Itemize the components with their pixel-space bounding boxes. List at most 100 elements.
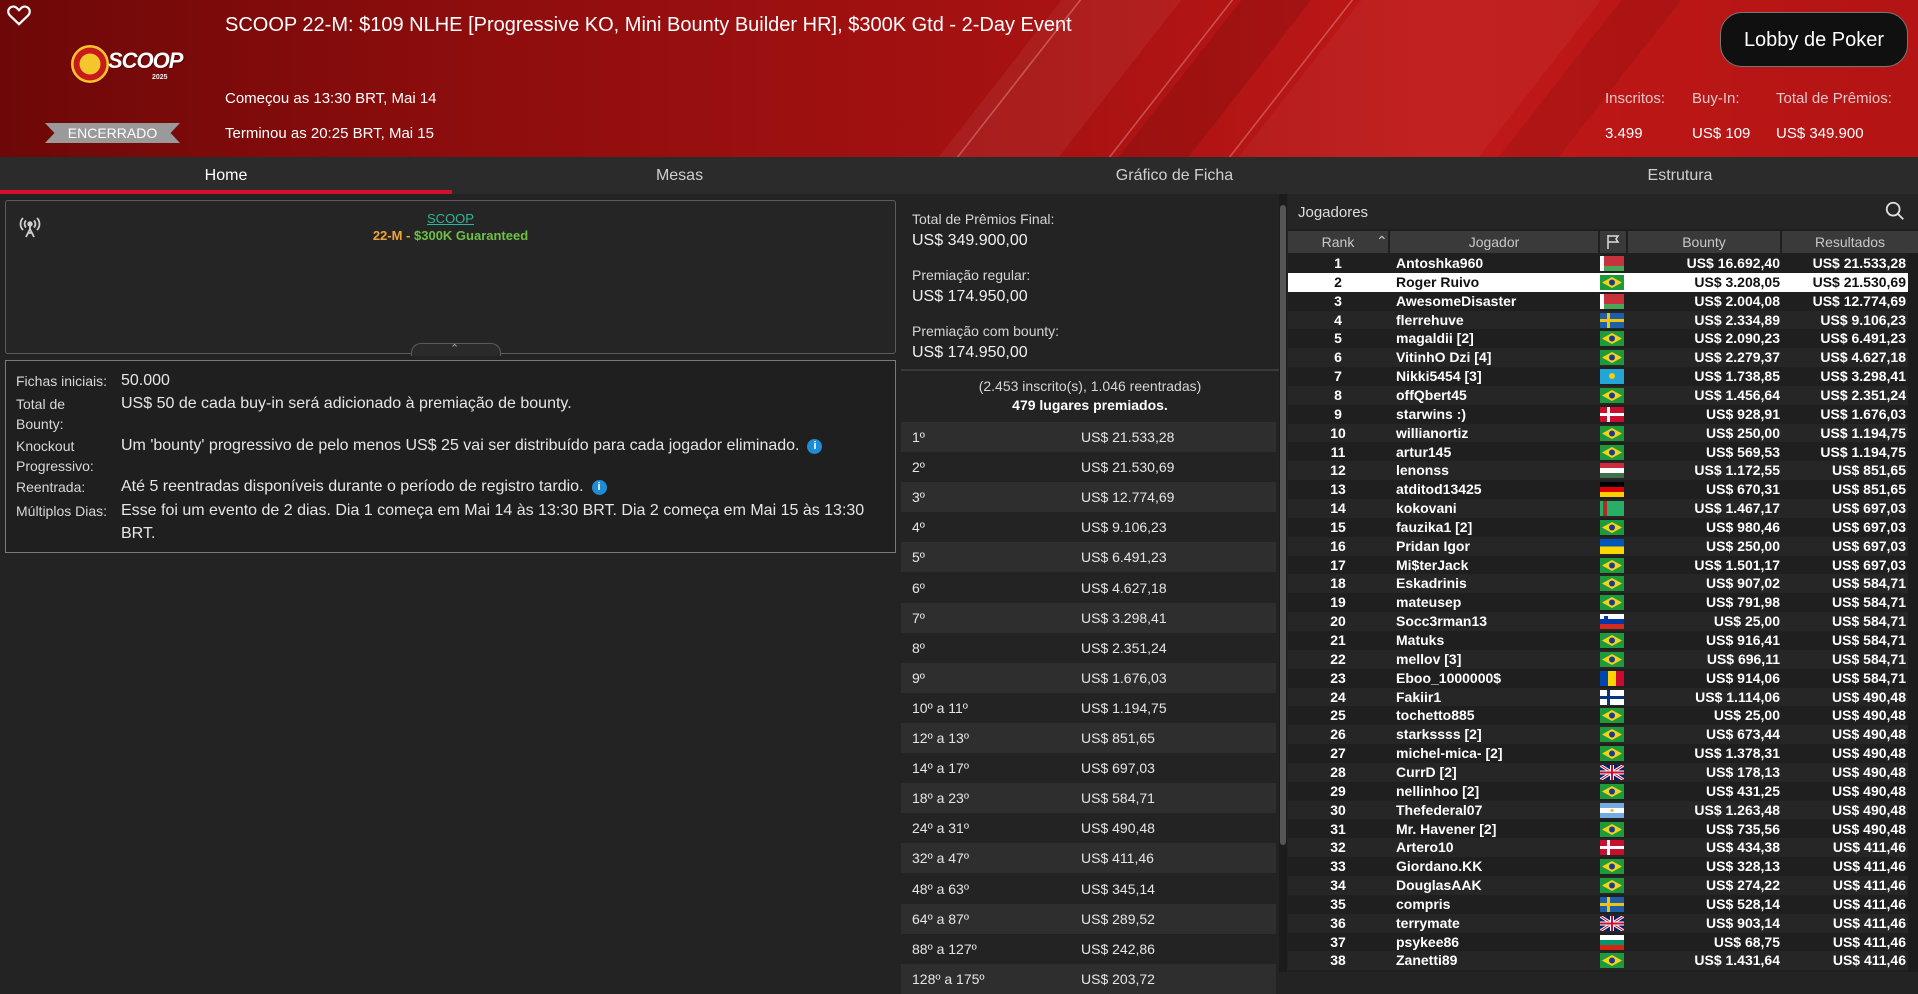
player-row[interactable]: 21 Matuks US$ 916,41 US$ 584,71 — [1288, 631, 1918, 650]
player-name: nellinhoo [2] — [1396, 782, 1480, 799]
player-rank: 21 — [1330, 632, 1346, 648]
player-name: starwins :) — [1396, 405, 1467, 422]
country-flag-icon — [1600, 387, 1624, 403]
event-separator: - — [402, 228, 414, 243]
total-prize-value: US$ 349.900,00 — [912, 232, 1028, 249]
player-row[interactable]: 8 offQbert45 US$ 1.456,64 US$ 2.351,24 — [1288, 385, 1918, 405]
payout-amount: US$ 3.298,41 — [1081, 609, 1167, 626]
payout-row: 14º a 17º US$ 697,03 — [901, 753, 1276, 783]
player-rank: 28 — [1330, 763, 1346, 780]
player-row[interactable]: 4 flerrehuve US$ 2.334,89 US$ 9.106,23 — [1288, 310, 1918, 330]
player-row[interactable]: 27 michel-mica- [2] US$ 1.378,31 US$ 490,48 — [1288, 744, 1918, 763]
prize-scrollbar-thumb[interactable] — [1280, 205, 1286, 845]
scoop-logo-coin — [70, 44, 110, 84]
player-row[interactable]: 11 artur145 US$ 569,53 US$ 1.194,75 — [1288, 443, 1918, 462]
payout-amount: US$ 203,72 — [1081, 970, 1155, 987]
col-results[interactable]: Resultados — [1782, 231, 1918, 253]
player-row[interactable]: 19 mateusep US$ 791,98 US$ 584,71 — [1288, 593, 1918, 612]
player-name: compris — [1396, 895, 1451, 912]
divider — [901, 369, 1279, 371]
tab-structure[interactable]: Estrutura — [1442, 157, 1918, 194]
col-bounty[interactable]: Bounty — [1628, 231, 1780, 253]
buyin-value: US$ 109 — [1692, 125, 1751, 142]
player-row[interactable]: 37 psykee86 US$ 68,75 US$ 411,46 — [1288, 933, 1918, 952]
player-row[interactable]: 30 Thefederal07 US$ 1.263,48 US$ 490,48 — [1288, 800, 1918, 820]
player-row[interactable]: 5 magaldii [2] US$ 2.090,23 US$ 6.491,23 — [1288, 329, 1918, 348]
player-result: US$ 411,46 — [1832, 858, 1906, 875]
bounty-prize-label: Premiação com bounty: — [912, 323, 1060, 339]
player-row[interactable]: 34 DouglasAAK US$ 274,22 US$ 411,46 — [1288, 876, 1918, 895]
player-row[interactable]: 17 Mi$terJack US$ 1.501,17 US$ 697,03 — [1288, 556, 1918, 575]
country-flag-icon — [1600, 708, 1624, 724]
detail-value: Até 5 reentradas disponíveis durante o p… — [121, 475, 881, 498]
tab-chip-graph[interactable]: Gráfico de Ficha — [907, 157, 1442, 194]
info-icon[interactable]: i — [591, 480, 607, 495]
player-row[interactable]: 14 kokovani US$ 1.467,17 US$ 697,03 — [1288, 499, 1918, 518]
payout-place: 3º — [912, 489, 925, 506]
player-row[interactable]: 16 Pridan Igor US$ 250,00 US$ 697,03 — [1288, 536, 1918, 556]
col-rank[interactable]: Rank ⌃ — [1288, 231, 1388, 253]
poker-lobby-button[interactable]: Lobby de Poker — [1720, 12, 1908, 67]
payout-amount: US$ 1.676,03 — [1081, 669, 1167, 686]
player-row[interactable]: 7 Nikki5454 [3] US$ 1.738,85 US$ 3.298,41 — [1288, 367, 1918, 386]
player-row[interactable]: 38 Zanetti89 US$ 1.431,64 US$ 411,46 — [1288, 951, 1918, 971]
player-row[interactable]: 18 Eskadrinis US$ 907,02 US$ 584,71 — [1288, 574, 1918, 594]
player-row[interactable]: 3 AwesomeDisaster US$ 2.004,08 US$ 12.774,6… — [1288, 292, 1918, 311]
country-flag-icon — [1600, 482, 1624, 498]
player-bounty: US$ 1.172,55 — [1694, 462, 1780, 479]
player-bounty: US$ 916,41 — [1706, 632, 1780, 648]
payout-place: 9º — [912, 669, 925, 686]
payout-row: 10º a 11º US$ 1.194,75 — [901, 693, 1276, 723]
player-bounty: US$ 1.456,64 — [1694, 386, 1780, 403]
player-bounty: US$ 431,25 — [1706, 782, 1780, 799]
player-rank: 23 — [1330, 669, 1346, 686]
player-row[interactable]: 24 Fakiir1 US$ 1.114,06 US$ 490,48 — [1288, 687, 1918, 707]
player-row[interactable]: 32 Artero10 US$ 434,38 US$ 411,46 — [1288, 838, 1918, 858]
players-scrollbar[interactable] — [1908, 254, 1918, 972]
player-row[interactable]: 9 starwins :) US$ 928,91 US$ 1.676,03 — [1288, 405, 1918, 424]
player-row[interactable]: 1 Antoshka960 US$ 16.692,40 US$ 21.533,28 — [1288, 254, 1918, 273]
player-row[interactable]: 36 terrymate US$ 903,14 US$ 411,46 — [1288, 913, 1918, 933]
player-rank: 11 — [1330, 443, 1346, 460]
player-row[interactable]: 25 tochetto885 US$ 25,00 US$ 490,48 — [1288, 706, 1918, 725]
player-name: Giordano.KK — [1396, 858, 1483, 875]
tab-tables[interactable]: Mesas — [452, 157, 907, 194]
favorite-heart-icon[interactable] — [6, 2, 32, 28]
player-name: Matuks — [1396, 632, 1445, 648]
col-player[interactable]: Jogador — [1390, 231, 1598, 253]
player-row[interactable]: 15 fauzika1 [2] US$ 980,46 US$ 697,03 — [1288, 518, 1918, 537]
player-rank: 9 — [1334, 405, 1342, 422]
player-bounty: US$ 25,00 — [1713, 613, 1780, 630]
search-icon[interactable] — [1884, 200, 1906, 222]
country-flag-icon — [1600, 538, 1624, 554]
player-row[interactable]: 20 Socc3rman13 US$ 25,00 US$ 584,71 — [1288, 612, 1918, 631]
scoop-link[interactable]: SCOOP — [6, 211, 895, 226]
player-row[interactable]: 35 compris US$ 528,14 US$ 411,46 — [1288, 895, 1918, 914]
col-flag[interactable] — [1600, 231, 1626, 253]
country-flag-icon — [1600, 406, 1624, 422]
player-row[interactable]: 12 lenonss US$ 1.172,55 US$ 851,65 — [1288, 461, 1918, 481]
country-flag-icon — [1600, 274, 1624, 290]
player-row[interactable]: 2 Roger Ruivo US$ 3.208,05 US$ 21.530,69 — [1288, 272, 1918, 292]
player-row[interactable]: 28 CurrD [2] US$ 178,13 US$ 490,48 — [1288, 762, 1918, 782]
collapse-panel-button[interactable]: ⌃ — [411, 343, 501, 356]
player-row[interactable]: 10 willianortiz US$ 250,00 US$ 1.194,75 — [1288, 423, 1918, 443]
info-icon[interactable]: i — [807, 439, 823, 454]
prize-pool-value: US$ 349.900 — [1776, 125, 1864, 142]
tab-home[interactable]: Home — [0, 157, 452, 194]
player-row[interactable]: 22 mellov [3] US$ 696,11 US$ 584,71 — [1288, 649, 1918, 669]
paid-places: 479 lugares premiados. — [1012, 397, 1168, 413]
player-row[interactable]: 6 VitinhO Dzi [4] US$ 2.279,37 US$ 4.627,18 — [1288, 348, 1918, 368]
payout-row: 9º US$ 1.676,03 — [901, 662, 1276, 693]
payout-place: 88º a 127º — [912, 940, 977, 957]
player-row[interactable]: 29 nellinhoo [2] US$ 431,25 US$ 490,48 — [1288, 782, 1918, 801]
country-flag-icon — [1600, 746, 1624, 762]
player-row[interactable]: 26 starkssss [2] US$ 673,44 US$ 490,48 — [1288, 725, 1918, 745]
player-bounty: US$ 903,14 — [1706, 914, 1780, 931]
player-row[interactable]: 13 atditod13425 US$ 670,31 US$ 851,65 — [1288, 480, 1918, 499]
player-row[interactable]: 23 Eboo_1000000$ US$ 914,06 US$ 584,71 — [1288, 669, 1918, 688]
player-row[interactable]: 31 Mr. Havener [2] US$ 735,56 US$ 490,48 — [1288, 820, 1918, 839]
player-row[interactable]: 33 Giordano.KK US$ 328,13 US$ 411,46 — [1288, 857, 1918, 876]
player-rank: 7 — [1334, 368, 1342, 385]
player-result: US$ 697,03 — [1832, 518, 1906, 535]
